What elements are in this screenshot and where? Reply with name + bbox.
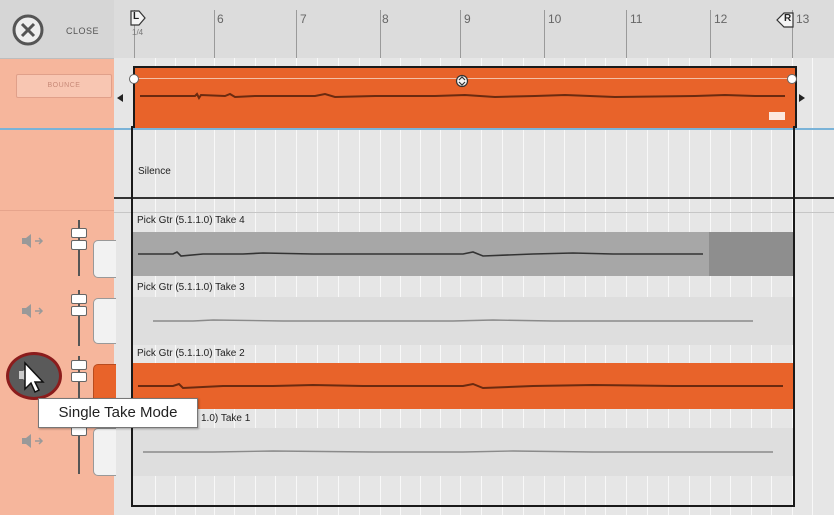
single-take-mode-tooltip: Single Take Mode [38,398,198,428]
bar-number: 6 [217,12,224,26]
comp-edit-frame [131,126,795,507]
take-2-fader[interactable] [71,360,87,370]
ruler-subdivision: 1/4 [132,28,144,37]
take-3-fader[interactable] [71,294,87,304]
left-locator[interactable]: L [130,10,146,26]
bar-number: 8 [382,12,389,26]
ruler-tick [380,10,381,58]
bar-number: 10 [548,12,562,26]
take-1-selector[interactable] [93,428,116,476]
bounce-button[interactable]: BOUNCE [16,74,112,98]
ruler-tick [296,10,297,58]
bar-number: 13 [796,12,810,26]
take-3-speaker-icon[interactable] [20,302,46,320]
bar-number: 9 [464,12,471,26]
single-take-mode-button[interactable] [6,352,62,400]
take-4-selector[interactable] [93,240,116,278]
ruler-tick [626,10,627,58]
take-4-speaker-icon[interactable] [20,232,46,250]
ruler-tick [214,10,215,58]
comp-volume-handle-icon[interactable] [455,74,469,88]
scroll-right-arrow-icon[interactable] [798,90,806,102]
ruler-tick [460,10,461,58]
left-locator-label: L [133,11,140,22]
comp-start-handle[interactable] [129,74,139,84]
close-button-label[interactable]: CLOSE [66,26,99,36]
bar-number: 7 [300,12,307,26]
take-1-speaker-icon[interactable] [20,432,46,450]
scroll-left-arrow-icon[interactable] [116,90,124,102]
timeline-ruler[interactable]: 6 7 8 9 10 11 12 13 L 1/4 R [114,0,834,59]
right-locator-label: R [784,13,792,24]
bar-number: 11 [630,12,643,26]
ruler-tick [710,10,711,58]
bar-number: 12 [714,12,728,26]
ruler-tick [544,10,545,58]
right-locator[interactable]: R [776,12,794,28]
take-4-fader[interactable] [71,228,87,238]
comp-end-handle[interactable] [787,74,797,84]
take-3-selector[interactable] [93,298,116,344]
close-icon[interactable] [8,10,48,50]
